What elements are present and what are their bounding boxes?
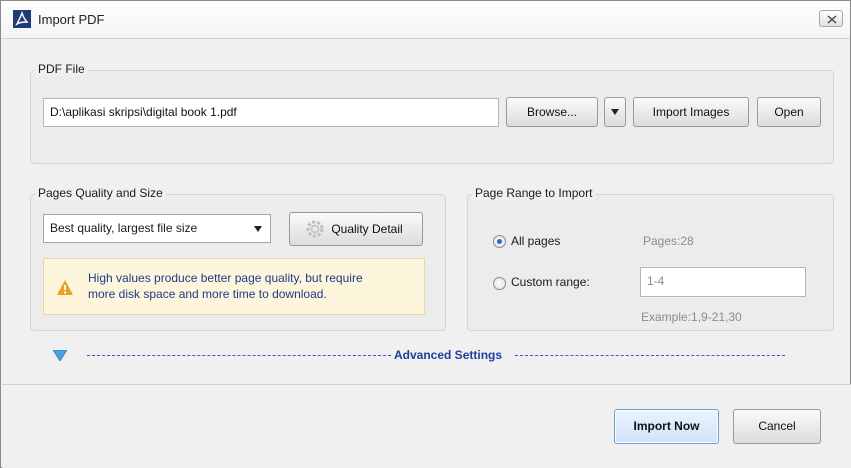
warning-icon: [57, 280, 73, 295]
custom-range-example-text: Example:1,9-21,30: [641, 310, 742, 324]
chevron-down-icon: [611, 109, 619, 115]
quality-select[interactable]: Best quality, largest file size: [43, 214, 271, 243]
browse-button[interactable]: Browse...: [506, 97, 598, 127]
radio-selected-dot: [497, 239, 502, 244]
quality-warning-box: High values produce better page quality,…: [43, 258, 425, 315]
page-range-group-title: Page Range to Import: [472, 186, 596, 200]
quality-warning-text: High values produce better page quality,…: [88, 270, 363, 302]
all-pages-label[interactable]: All pages: [511, 234, 560, 248]
close-icon: [827, 15, 837, 24]
custom-range-label[interactable]: Custom range:: [511, 275, 590, 289]
pdf-path-input[interactable]: D:\aplikasi skripsi\digital book 1.pdf: [43, 98, 499, 127]
recent-files-dropdown-button[interactable]: [604, 97, 626, 127]
quality-select-value: Best quality, largest file size: [50, 221, 198, 235]
import-pdf-dialog: Import PDF PDF File D:\aplikasi skripsi\…: [0, 0, 851, 468]
close-button[interactable]: [819, 10, 843, 27]
pdf-app-icon: [13, 10, 31, 28]
all-pages-radio[interactable]: [493, 235, 506, 248]
advanced-settings-label: Advanced Settings: [391, 348, 506, 362]
pages-quality-group-title: Pages Quality and Size: [35, 186, 166, 200]
chevron-down-icon: [254, 226, 262, 232]
quality-warning-line-1: High values produce better page quality,…: [88, 271, 363, 285]
import-images-button[interactable]: Import Images: [633, 97, 749, 127]
quality-detail-button[interactable]: Quality Detail: [289, 212, 423, 246]
action-bar: Import Now Cancel: [2, 385, 851, 468]
pdf-file-group-title: PDF File: [35, 62, 88, 76]
cancel-button[interactable]: Cancel: [733, 409, 821, 444]
window-title: Import PDF: [38, 12, 105, 27]
divider: [87, 355, 391, 356]
gear-icon: [306, 220, 324, 238]
import-now-button[interactable]: Import Now: [614, 409, 719, 444]
triangle-down-icon: [53, 350, 67, 361]
divider: [515, 355, 785, 356]
quality-detail-label: Quality Detail: [331, 222, 403, 236]
quality-warning-line-2: more disk space and more time to downloa…: [88, 287, 327, 301]
advanced-settings-toggle[interactable]: Advanced Settings: [53, 348, 793, 364]
pages-count-text: Pages:28: [643, 234, 694, 248]
custom-range-radio[interactable]: [493, 277, 506, 290]
title-bar: Import PDF: [1, 1, 850, 39]
open-button[interactable]: Open: [757, 97, 821, 127]
custom-range-input[interactable]: 1-4: [640, 267, 806, 297]
